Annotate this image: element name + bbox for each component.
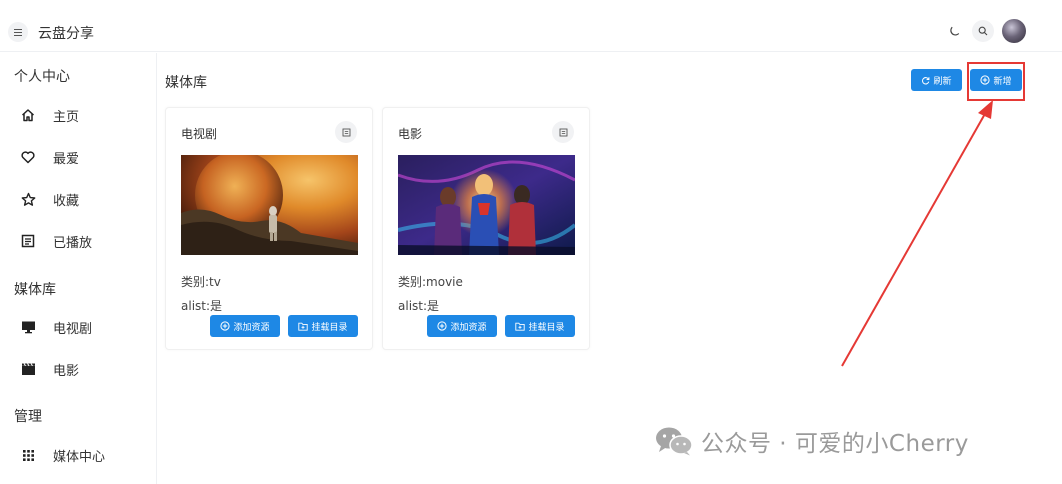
wechat-icon bbox=[656, 427, 693, 456]
annotation-arrow bbox=[841, 100, 993, 367]
watermark-text: 公众号 · 可爱的小Cherry bbox=[701, 431, 969, 457]
watermark: 公众号 · 可爱的小Cherry bbox=[655, 423, 969, 459]
